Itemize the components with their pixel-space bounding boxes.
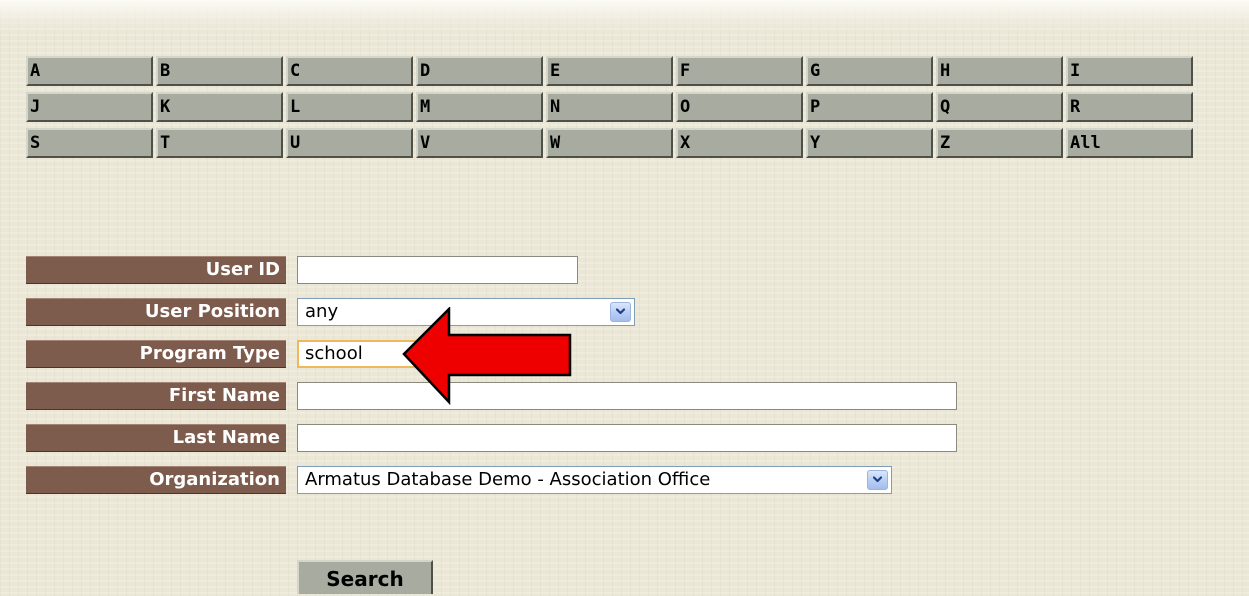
first-name-label: First Name (26, 382, 286, 410)
letter-button-o[interactable]: O (676, 92, 803, 122)
letter-button-t[interactable]: T (156, 128, 283, 158)
user-position-label: User Position (26, 298, 286, 326)
letter-button-v[interactable]: V (416, 128, 543, 158)
letter-button-r[interactable]: R (1066, 92, 1193, 122)
user-id-input[interactable] (297, 256, 578, 284)
letter-filter-grid: A B C D E F G H I J K L M N O P Q R S T … (26, 56, 1193, 158)
letter-button-g[interactable]: G (806, 56, 933, 86)
chevron-down-icon (873, 476, 882, 483)
letter-button-y[interactable]: Y (806, 128, 933, 158)
letter-button-all[interactable]: All (1066, 128, 1193, 158)
letter-button-p[interactable]: P (806, 92, 933, 122)
letter-button-q[interactable]: Q (936, 92, 1063, 122)
program-type-input[interactable]: school (297, 340, 417, 368)
organization-dropdown-button[interactable] (867, 470, 888, 490)
last-name-label: Last Name (26, 424, 286, 452)
organization-label: Organization (26, 466, 286, 494)
letter-button-s[interactable]: S (26, 128, 153, 158)
letter-button-i[interactable]: I (1066, 56, 1193, 86)
organization-selected-value: Armatus Database Demo - Association Offi… (305, 469, 711, 490)
letter-button-e[interactable]: E (546, 56, 673, 86)
user-position-selected-value: any (305, 301, 339, 322)
letter-button-f[interactable]: F (676, 56, 803, 86)
search-button[interactable]: Search (297, 560, 433, 594)
letter-button-m[interactable]: M (416, 92, 543, 122)
letter-button-w[interactable]: W (546, 128, 673, 158)
letter-button-c[interactable]: C (286, 56, 413, 86)
letter-button-u[interactable]: U (286, 128, 413, 158)
red-arrow-icon (402, 307, 572, 405)
letter-button-b[interactable]: B (156, 56, 283, 86)
last-name-input[interactable] (297, 424, 957, 452)
program-type-label: Program Type (26, 340, 286, 368)
letter-button-x[interactable]: X (676, 128, 803, 158)
user-position-dropdown-button[interactable] (610, 302, 631, 322)
letter-button-h[interactable]: H (936, 56, 1063, 86)
page-header-fade (0, 0, 1249, 40)
user-id-label: User ID (26, 256, 286, 284)
chevron-down-icon (616, 308, 625, 315)
letter-button-d[interactable]: D (416, 56, 543, 86)
letter-button-j[interactable]: J (26, 92, 153, 122)
organization-select[interactable]: Armatus Database Demo - Association Offi… (297, 466, 892, 494)
letter-button-n[interactable]: N (546, 92, 673, 122)
letter-button-k[interactable]: K (156, 92, 283, 122)
letter-button-l[interactable]: L (286, 92, 413, 122)
first-name-input[interactable] (297, 382, 957, 410)
letter-button-a[interactable]: A (26, 56, 153, 86)
letter-button-z[interactable]: Z (936, 128, 1063, 158)
